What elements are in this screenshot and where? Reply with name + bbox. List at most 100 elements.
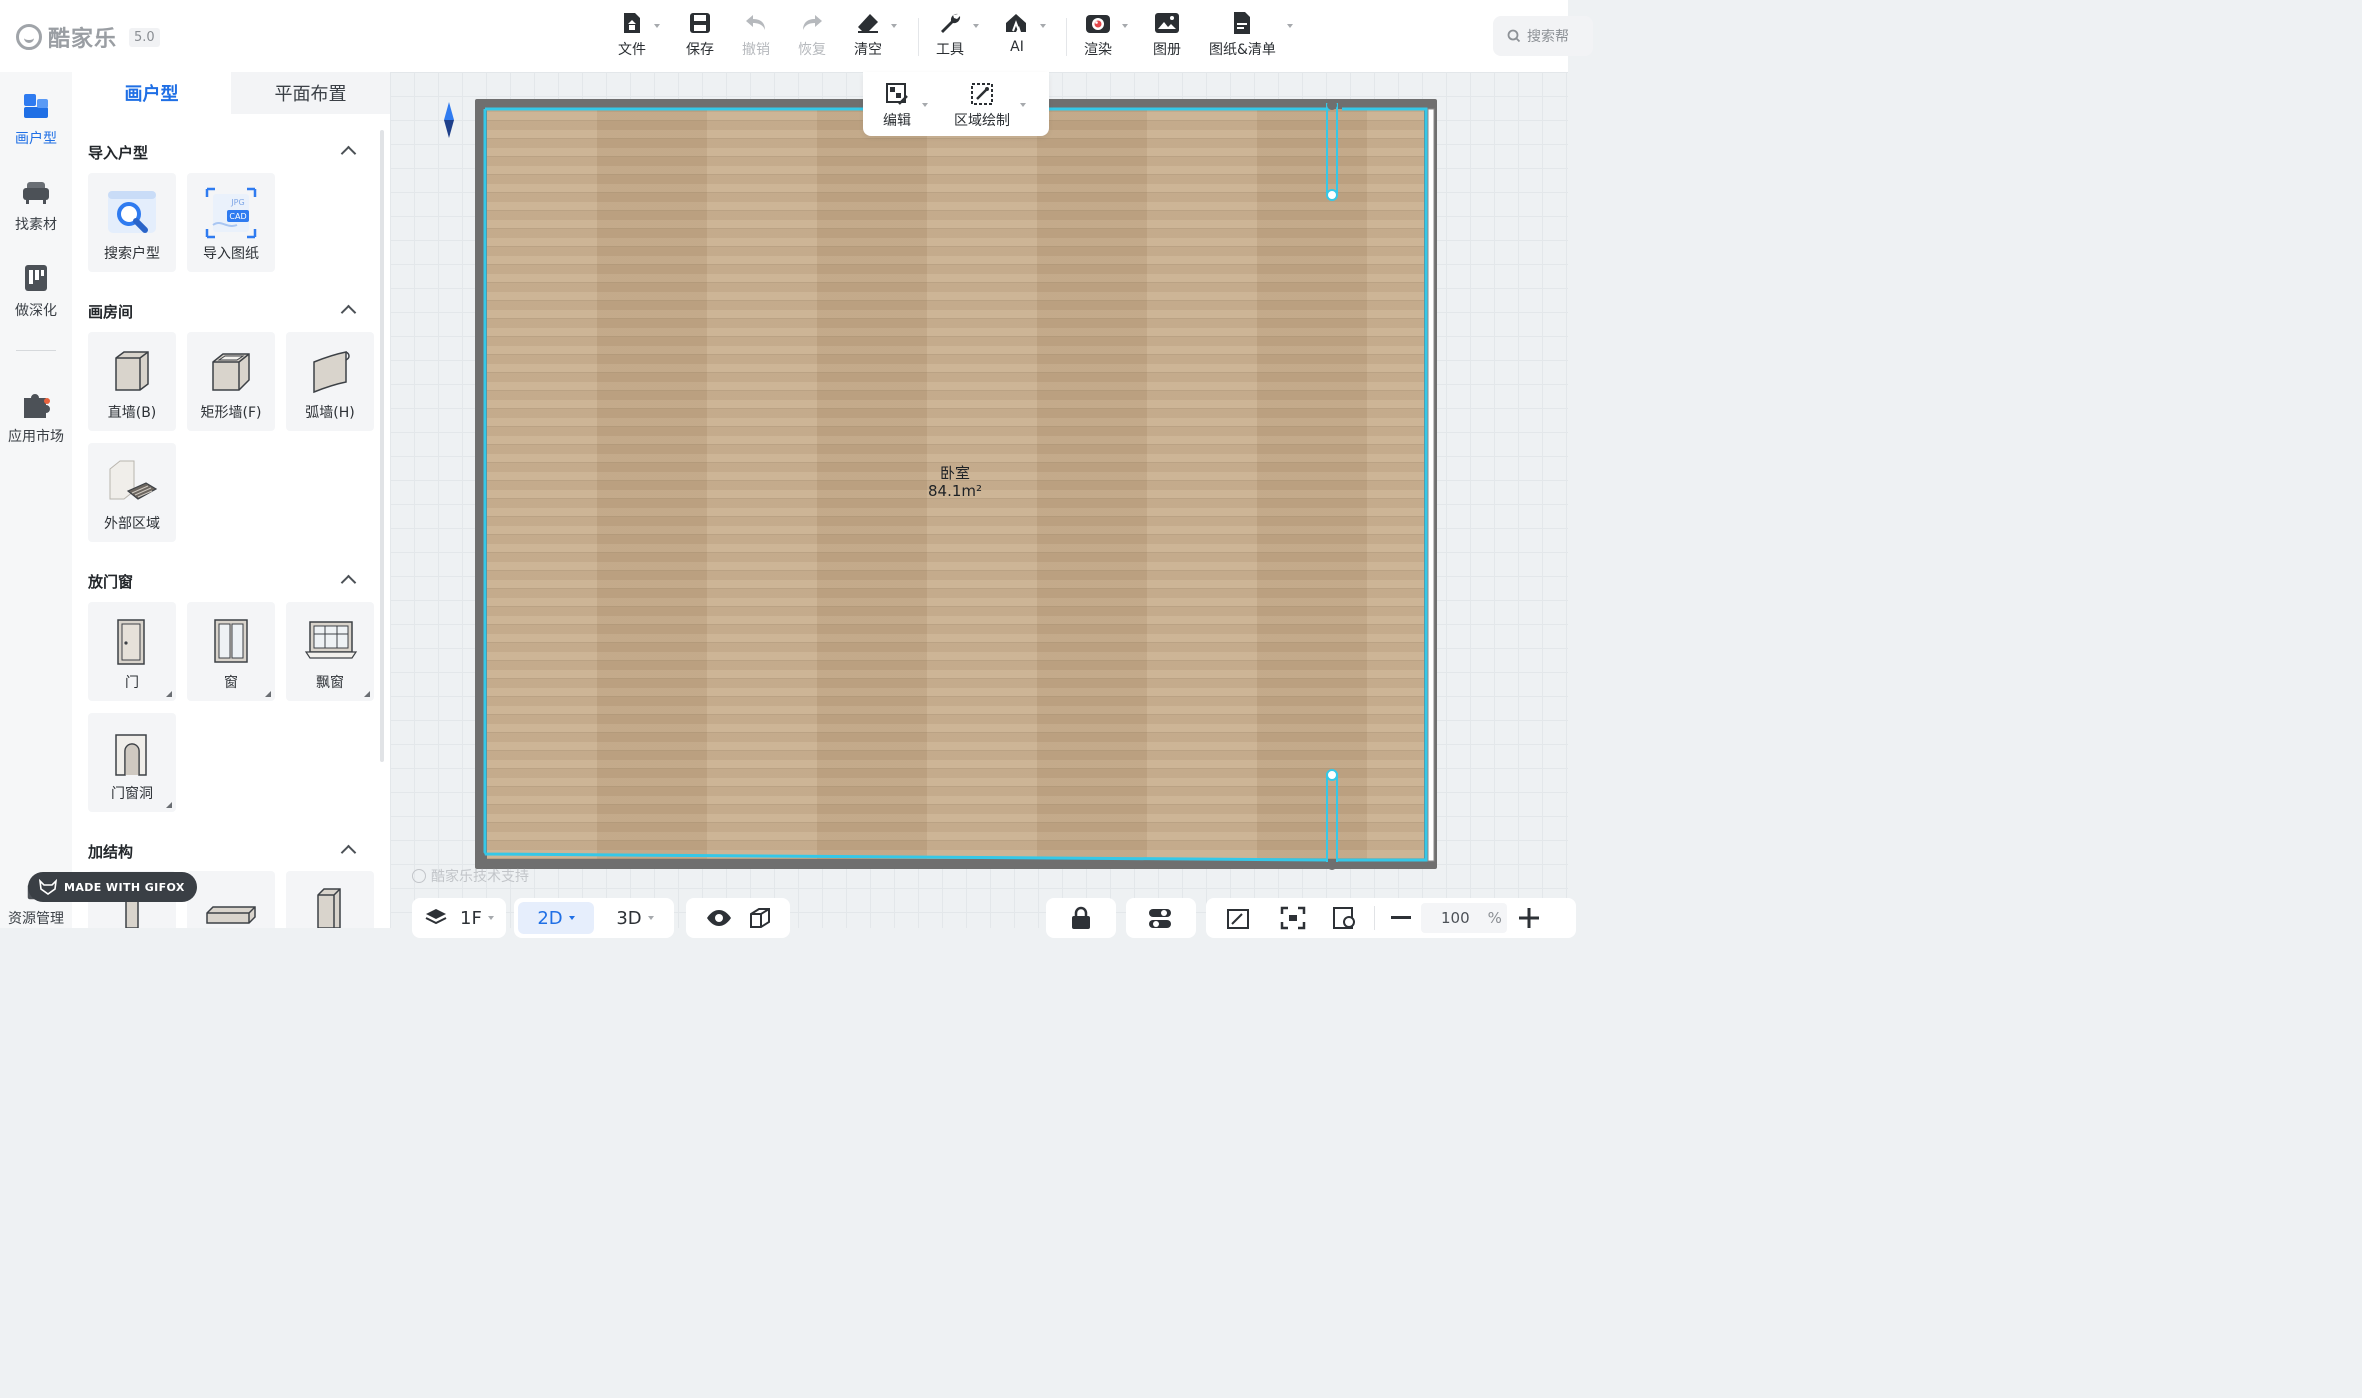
zoom-level-input[interactable]: 100 % bbox=[1421, 903, 1507, 933]
redo-icon bbox=[799, 10, 825, 36]
opening-card[interactable]: 门窗洞 bbox=[88, 713, 176, 812]
expand-corner-icon[interactable] bbox=[166, 802, 172, 808]
clear-dropdown-caret[interactable] bbox=[891, 24, 897, 28]
layers-icon bbox=[425, 909, 447, 925]
card-label: 直墙(B) bbox=[107, 405, 157, 421]
panel-scrollbar[interactable] bbox=[380, 130, 384, 762]
pillar-card[interactable] bbox=[286, 871, 374, 928]
view-mode-switch: 2D 3D bbox=[514, 898, 674, 938]
design-canvas[interactable]: 卧室 84.1m² 编辑 区域绘制 酷家乐技术支持 1F 2D 3D 100 % bbox=[390, 72, 1576, 938]
cube-icon[interactable] bbox=[748, 907, 772, 929]
zoom-in-icon[interactable] bbox=[1519, 908, 1539, 928]
app-logo[interactable]: 酷家乐 5.0 bbox=[16, 22, 160, 52]
room-label[interactable]: 卧室 84.1m² bbox=[890, 464, 1020, 500]
region-draw-label: 区域绘制 bbox=[954, 113, 1010, 129]
floor-selector[interactable]: 1F bbox=[412, 898, 506, 938]
app-name: 酷家乐 bbox=[48, 27, 118, 52]
file-menu[interactable]: 文件 bbox=[618, 10, 646, 59]
settings-control bbox=[1126, 898, 1196, 938]
wrench-icon bbox=[937, 10, 963, 36]
view-2d-label: 2D bbox=[537, 907, 563, 929]
collapse-import-icon[interactable] bbox=[340, 145, 357, 162]
edit-dropdown-caret[interactable] bbox=[922, 103, 928, 107]
drawings-dropdown-caret[interactable] bbox=[1287, 24, 1293, 28]
clear-button[interactable]: 清空 bbox=[854, 10, 882, 59]
card-label: 导入图纸 bbox=[203, 246, 259, 262]
rect-wall-card[interactable]: 矩形墙(F) bbox=[187, 332, 275, 431]
ai-menu[interactable]: AI bbox=[1004, 10, 1030, 55]
focus-icon[interactable] bbox=[1280, 906, 1306, 930]
lock-icon[interactable] bbox=[1070, 906, 1092, 930]
card-label: 矩形墙(F) bbox=[200, 405, 262, 421]
nav-divider bbox=[16, 350, 56, 351]
render-dropdown-caret[interactable] bbox=[1122, 24, 1128, 28]
straight-wall-card[interactable]: 直墙(B) bbox=[88, 332, 176, 431]
file-dropdown-caret[interactable] bbox=[654, 24, 660, 28]
opening-icon bbox=[115, 734, 147, 776]
camera-icon bbox=[1085, 10, 1111, 36]
nav-find-materials[interactable]: 找素材 bbox=[0, 176, 72, 234]
arc-wall-card[interactable]: 弧墙(H) bbox=[286, 332, 374, 431]
ai-dropdown-caret[interactable] bbox=[1040, 24, 1046, 28]
beam-card[interactable] bbox=[187, 871, 275, 928]
nav-app-market[interactable]: 应用市场 bbox=[0, 388, 72, 446]
zoom-out-icon[interactable] bbox=[1391, 916, 1411, 920]
region-draw-dropdown-caret[interactable] bbox=[1020, 103, 1026, 107]
import-drawing-card[interactable]: JPG CAD 导入图纸 bbox=[187, 173, 275, 272]
collapse-doors-icon[interactable] bbox=[340, 574, 357, 591]
expand-corner-icon[interactable] bbox=[364, 691, 370, 697]
nav-label: 找素材 bbox=[15, 217, 57, 233]
fox-icon bbox=[38, 879, 58, 895]
tools-label: 工具 bbox=[936, 42, 964, 58]
search-floorplan-card[interactable]: 搜索户型 bbox=[88, 173, 176, 272]
toggle-settings-icon[interactable] bbox=[1148, 907, 1172, 929]
view-controls: 100 % bbox=[1206, 898, 1576, 938]
rect-wall-icon bbox=[212, 353, 250, 391]
window-card[interactable]: 窗 bbox=[187, 602, 275, 701]
nav-label: 应用市场 bbox=[8, 429, 64, 445]
search-placeholder: 搜索帮 bbox=[1527, 29, 1569, 45]
door-icon bbox=[117, 619, 145, 665]
collapse-structure-icon[interactable] bbox=[340, 844, 357, 861]
view-3d-button[interactable]: 3D bbox=[600, 902, 670, 934]
undo-button[interactable]: 撤销 bbox=[742, 10, 770, 59]
render-menu[interactable]: 渲染 bbox=[1084, 10, 1112, 59]
tools-menu[interactable]: 工具 bbox=[936, 10, 964, 59]
logo-icon bbox=[16, 24, 42, 50]
region-draw-button[interactable]: 区域绘制 bbox=[954, 82, 1010, 130]
tools-dropdown-caret[interactable] bbox=[973, 24, 979, 28]
search-input[interactable]: 搜索帮 bbox=[1493, 16, 1593, 56]
door-card[interactable]: 门 bbox=[88, 602, 176, 701]
expand-corner-icon[interactable] bbox=[265, 691, 271, 697]
search-icon bbox=[1507, 29, 1521, 43]
tab-floor-layout[interactable]: 平面布置 bbox=[231, 72, 390, 114]
save-button[interactable]: 保存 bbox=[686, 10, 714, 59]
wall-highlight-overlay bbox=[475, 100, 1437, 870]
section-title-structure: 加结构 bbox=[88, 843, 134, 861]
edit-button[interactable]: 编辑 bbox=[883, 82, 911, 130]
nav-draw-floorplan[interactable]: 画户型 bbox=[0, 90, 72, 148]
measure-icon[interactable] bbox=[1226, 906, 1252, 930]
nav-deepen[interactable]: 做深化 bbox=[0, 262, 72, 320]
file-icon bbox=[619, 10, 645, 36]
zoom-fit-icon[interactable] bbox=[1332, 906, 1358, 930]
external-area-card[interactable]: 外部区域 bbox=[88, 443, 176, 542]
region-draw-icon bbox=[971, 83, 993, 105]
tab-draw-floorplan[interactable]: 画户型 bbox=[72, 72, 231, 114]
nav-label: 做深化 bbox=[15, 303, 57, 319]
album-button[interactable]: 图册 bbox=[1153, 10, 1181, 59]
draw-floorplan-panel: 画户型 平面布置 导入户型 搜索户型 JPG CAD 导入图纸 画房间 直墙(B… bbox=[72, 72, 390, 928]
nav-label: 画户型 bbox=[15, 131, 57, 147]
section-title-rooms: 画房间 bbox=[88, 303, 134, 321]
drawings-menu[interactable]: 图纸&清单 bbox=[1209, 10, 1276, 59]
collapse-rooms-icon[interactable] bbox=[340, 304, 357, 321]
expand-corner-icon[interactable] bbox=[166, 691, 172, 697]
search-floorplan-icon bbox=[108, 191, 156, 233]
window-icon bbox=[214, 619, 248, 663]
save-label: 保存 bbox=[686, 42, 714, 58]
redo-button[interactable]: 恢复 bbox=[798, 10, 826, 59]
app-version: 5.0 bbox=[129, 27, 160, 47]
view-2d-button[interactable]: 2D bbox=[518, 902, 594, 934]
eye-icon[interactable] bbox=[706, 909, 732, 927]
bay-window-card[interactable]: 飘窗 bbox=[286, 602, 374, 701]
